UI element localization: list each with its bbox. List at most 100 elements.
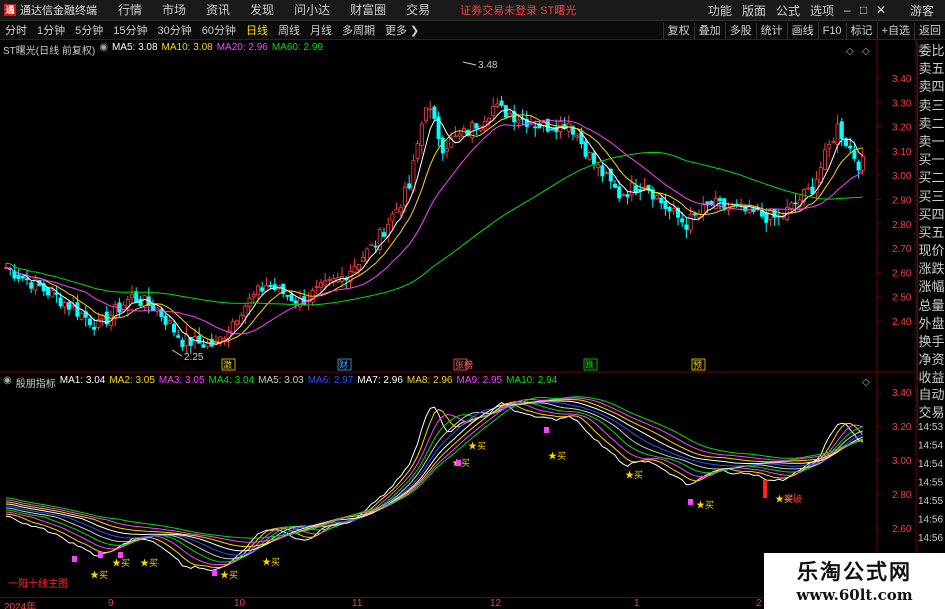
candle-body xyxy=(423,107,428,122)
high-price-label: 3.48 xyxy=(478,60,498,71)
candle-body xyxy=(596,164,601,168)
ma60-label: MA60: 2.99 xyxy=(271,42,324,53)
candle-body xyxy=(50,289,55,298)
candle-body xyxy=(764,212,769,223)
side-item[interactable]: 卖一 xyxy=(918,133,945,151)
side-item[interactable]: 买五 xyxy=(918,224,945,242)
candle-body xyxy=(365,248,370,262)
candle-body xyxy=(117,302,122,313)
signal-block xyxy=(118,552,123,558)
side-item[interactable]: 换手 xyxy=(918,333,945,351)
ma20-label: MA20: 2.96 xyxy=(216,42,268,53)
event-marker: 财 xyxy=(339,359,348,370)
side-item[interactable]: 买一 xyxy=(918,151,945,169)
candle-body xyxy=(75,302,80,317)
x-tick: 10 xyxy=(234,598,246,609)
signal-block xyxy=(98,552,103,558)
candle-body xyxy=(827,144,832,149)
buy-signal: ★买 xyxy=(468,441,486,451)
side-item[interactable]: 净资 xyxy=(918,351,945,369)
candle-body xyxy=(197,335,202,344)
candle-body xyxy=(247,297,252,307)
settings-icon[interactable]: ◉ xyxy=(99,42,108,56)
candle-body xyxy=(150,304,155,312)
candle-body xyxy=(575,135,580,138)
side-item[interactable]: 现价 xyxy=(918,242,945,260)
candle-body xyxy=(234,320,239,325)
y-tick-label: 3.10 xyxy=(892,147,912,158)
side-item[interactable]: 卖五 xyxy=(918,60,945,78)
candle-body xyxy=(839,121,844,140)
candle-body xyxy=(192,336,197,343)
y-tick-label: 2.40 xyxy=(892,317,912,328)
candle-body xyxy=(79,312,84,320)
candle-body xyxy=(667,206,672,212)
side-item[interactable]: 涨幅 xyxy=(918,278,945,296)
candle-body xyxy=(88,318,93,326)
candle-body xyxy=(16,274,21,279)
event-marker: 张榜 xyxy=(455,359,473,370)
ma5-line xyxy=(5,108,864,345)
candle-body xyxy=(844,138,849,146)
candle-body xyxy=(718,198,723,201)
buy-signal: ★买 xyxy=(112,558,130,568)
candle-body xyxy=(440,137,445,154)
signal-block xyxy=(688,499,693,505)
candle-body xyxy=(243,305,248,317)
candle-body xyxy=(415,143,420,159)
y-tick-label: 2.60 xyxy=(892,524,912,535)
x-tick: 11 xyxy=(352,598,363,609)
candle-body xyxy=(701,204,706,215)
candle-body xyxy=(29,282,34,289)
side-item[interactable]: 自动 xyxy=(918,386,945,404)
side-item[interactable]: 涨跌 xyxy=(918,260,945,278)
side-item[interactable]: 卖二 xyxy=(918,115,945,133)
candle-body xyxy=(613,183,618,188)
settings-icon[interactable]: ◉ xyxy=(3,375,12,389)
sub-ma10-label: MA10: 2.94 xyxy=(506,375,558,386)
candle-body xyxy=(129,293,134,299)
y-tick-label: 2.80 xyxy=(892,220,912,231)
candle-body xyxy=(356,264,361,270)
sub-ma4-label: MA4: 3.04 xyxy=(208,375,255,386)
y-tick-label: 3.30 xyxy=(892,98,912,109)
candle-body xyxy=(823,149,828,170)
side-item[interactable]: 卖四 xyxy=(918,78,945,96)
candle-body xyxy=(58,297,63,307)
candle-body xyxy=(20,275,25,279)
candle-body xyxy=(323,280,328,286)
candle-body xyxy=(46,287,51,296)
candle-body xyxy=(134,291,139,303)
candle-body xyxy=(516,119,521,124)
ma10-label: MA10: 3.08 xyxy=(161,42,213,53)
side-item[interactable]: 委比 xyxy=(918,42,945,60)
watermark-url: www.60lt.com xyxy=(796,586,913,604)
time-label: 14:56 xyxy=(918,533,943,544)
side-item[interactable]: 收益 xyxy=(918,369,945,387)
side-item[interactable]: 总量 xyxy=(918,297,945,315)
sub-ma1-label: MA1: 3.04 xyxy=(59,375,106,386)
candle-body xyxy=(503,105,508,118)
candle-body xyxy=(629,182,634,196)
candle-body xyxy=(394,208,399,214)
breakout-label: 突破 xyxy=(784,493,802,504)
side-item[interactable]: 卖三 xyxy=(918,97,945,115)
candle-body xyxy=(54,292,59,295)
kline-chart-area[interactable]: 3.40 3.30 3.20 3.10 3.00 2.90 2.80 2.70 2.60 2.50… xyxy=(0,0,945,609)
candle-body xyxy=(419,123,424,146)
side-item[interactable]: 交易 xyxy=(918,404,945,422)
candle-body xyxy=(810,186,815,195)
side-item[interactable]: 买四 xyxy=(918,206,945,224)
side-item[interactable]: 外盘 xyxy=(918,315,945,333)
candle-body xyxy=(663,200,668,209)
candle-body xyxy=(852,150,857,159)
x-tick: 9 xyxy=(108,598,114,609)
ma10-line xyxy=(5,114,863,343)
buy-signal: ★买 xyxy=(90,570,108,580)
y-tick-label: 3.20 xyxy=(892,422,912,433)
y-tick-label: 2.70 xyxy=(892,244,912,255)
side-item[interactable]: 买三 xyxy=(918,188,945,206)
buy-signal: ★买 xyxy=(262,557,280,567)
side-item[interactable]: 买二 xyxy=(918,169,945,187)
diamond-icon: ◇ xyxy=(862,377,870,388)
